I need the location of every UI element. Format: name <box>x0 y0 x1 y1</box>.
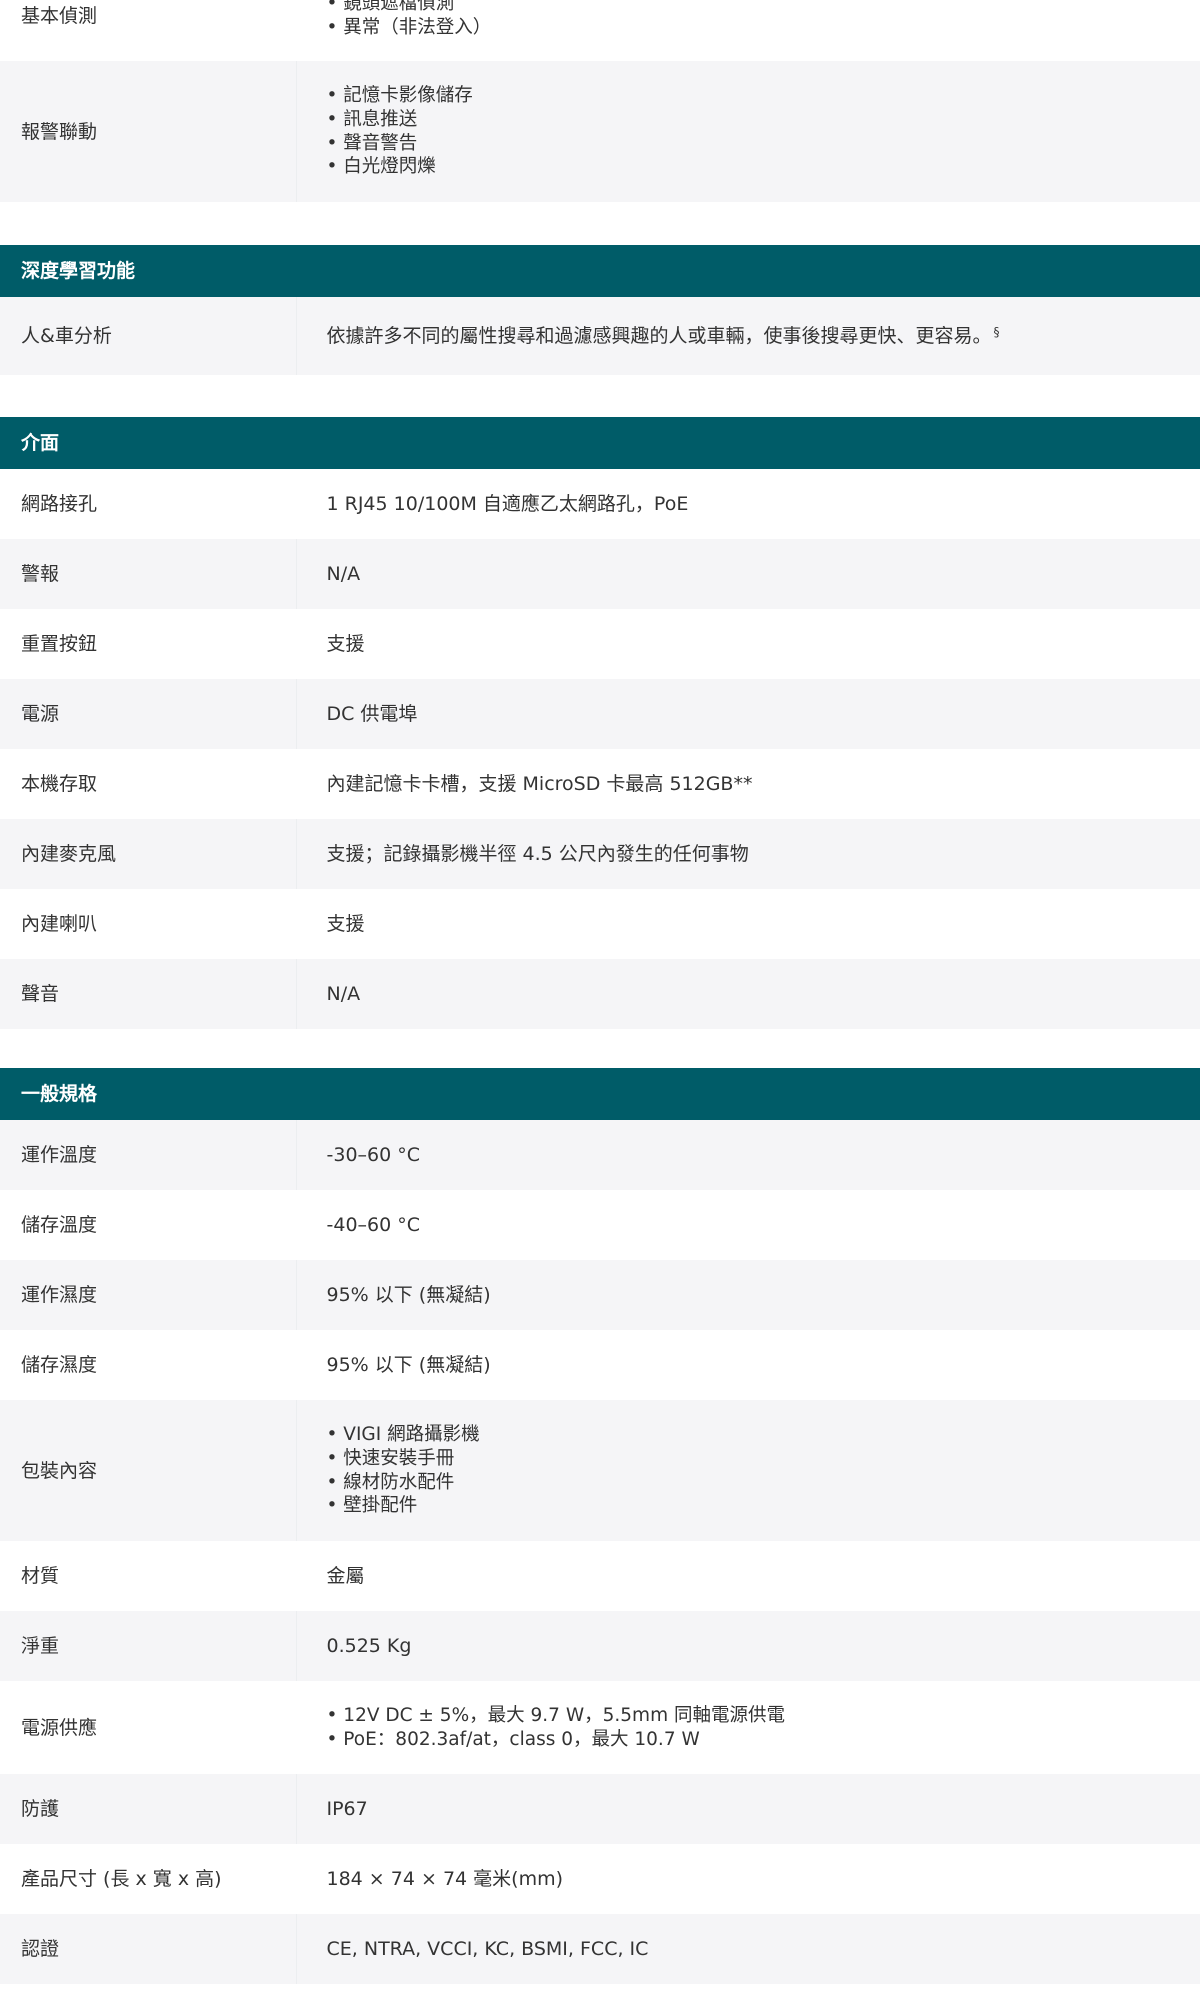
spec-key: 儲存溫度 <box>0 1190 297 1260</box>
spec-value: 12V DC ± 5%，最大 9.7 W，5.5mm 同軸電源供電 PoE：80… <box>296 1681 1200 1774</box>
spec-value: 依據許多不同的屬性搜尋和過濾感興趣的人或車輛，使事後搜尋更快、更容易。 § <box>296 297 1200 375</box>
spec-value: 184 × 74 × 74 毫米(mm) <box>296 1844 1200 1914</box>
spec-key: 運作濕度 <box>0 1260 297 1330</box>
general-table: 運作溫度 -30–60 °C 儲存溫度 -40–60 °C 運作濕度 95% 以… <box>0 1120 1200 1984</box>
spec-value: 金屬 <box>296 1541 1200 1611</box>
list-item: 聲音警告 <box>327 132 1200 156</box>
spec-key: 報警聯動 <box>0 61 297 202</box>
spec-value: 鏡頭遮檔偵測 異常（非法登入） <box>296 0 1200 61</box>
spec-value: CE, NTRA, VCCI, KC, BSMI, FCC, IC <box>296 1914 1200 1984</box>
spec-row: 重置按鈕 支援 <box>0 609 1200 679</box>
list-item: VIGI 網路攝影機 <box>327 1423 1200 1447</box>
spec-value: -40–60 °C <box>296 1190 1200 1260</box>
spec-value: N/A <box>296 539 1200 609</box>
list-item: 訊息推送 <box>327 108 1200 132</box>
list-item: 異常（非法登入） <box>327 16 1200 40</box>
spec-row: 基本偵測 鏡頭遮檔偵測 異常（非法登入） <box>0 0 1200 61</box>
section-header-general: 一般規格 <box>0 1068 1200 1120</box>
spec-row: 儲存溫度 -40–60 °C <box>0 1190 1200 1260</box>
list-item: 白光燈閃爍 <box>327 155 1200 179</box>
spec-row: 本機存取 內建記憶卡卡槽，支援 MicroSD 卡最高 512GB** <box>0 749 1200 819</box>
spec-key: 內建喇叭 <box>0 889 297 959</box>
list-item: 線材防水配件 <box>327 1471 1200 1495</box>
section-header-interface: 介面 <box>0 417 1200 469</box>
spec-page: 基本偵測 鏡頭遮檔偵測 異常（非法登入） 報警聯動 記憶卡影像儲存 訊息推送 聲… <box>0 0 1200 2014</box>
spec-value: N/A <box>296 959 1200 1029</box>
spec-value: IP67 <box>296 1774 1200 1844</box>
spec-value: VIGI 網路攝影機 快速安裝手冊 線材防水配件 壁掛配件 <box>296 1400 1200 1541</box>
spec-value: 95% 以下 (無凝結) <box>296 1330 1200 1400</box>
list-item: 快速安裝手冊 <box>327 1447 1200 1471</box>
spec-row: 內建麥克風 支援；記錄攝影機半徑 4.5 公尺內發生的任何事物 <box>0 819 1200 889</box>
spec-row: 淨重 0.525 Kg <box>0 1611 1200 1681</box>
section-header-deep-learning: 深度學習功能 <box>0 245 1200 297</box>
footnote-mark: § <box>993 325 1000 339</box>
spec-key: 包裝內容 <box>0 1400 297 1541</box>
spec-value: 95% 以下 (無凝結) <box>296 1260 1200 1330</box>
spec-value: 0.525 Kg <box>296 1611 1200 1681</box>
spec-value: -30–60 °C <box>296 1120 1200 1190</box>
spec-row: 網路接孔 1 RJ45 10/100M 自適應乙太網路孔，PoE <box>0 469 1200 539</box>
spec-row: 聲音 N/A <box>0 959 1200 1029</box>
spec-key: 人&車分析 <box>0 297 297 375</box>
spec-key: 材質 <box>0 1541 297 1611</box>
deep-learning-table: 人&車分析 依據許多不同的屬性搜尋和過濾感興趣的人或車輛，使事後搜尋更快、更容易… <box>0 297 1200 375</box>
bullet-list: 12V DC ± 5%，最大 9.7 W，5.5mm 同軸電源供電 PoE：80… <box>327 1704 1200 1751</box>
spec-value: 1 RJ45 10/100M 自適應乙太網路孔，PoE <box>296 469 1200 539</box>
spec-row: 報警聯動 記憶卡影像儲存 訊息推送 聲音警告 白光燈閃爍 <box>0 61 1200 202</box>
interface-table: 網路接孔 1 RJ45 10/100M 自適應乙太網路孔，PoE 警報 N/A … <box>0 469 1200 1029</box>
spec-value: 支援 <box>296 889 1200 959</box>
spec-row: 防護 IP67 <box>0 1774 1200 1844</box>
list-item: 記憶卡影像儲存 <box>327 84 1200 108</box>
spec-key: 警報 <box>0 539 297 609</box>
list-item: 12V DC ± 5%，最大 9.7 W，5.5mm 同軸電源供電 <box>327 1704 1200 1728</box>
spec-row: 警報 N/A <box>0 539 1200 609</box>
spec-row: 認證 CE, NTRA, VCCI, KC, BSMI, FCC, IC <box>0 1914 1200 1984</box>
bullet-list: VIGI 網路攝影機 快速安裝手冊 線材防水配件 壁掛配件 <box>327 1423 1200 1518</box>
spec-key: 網路接孔 <box>0 469 297 539</box>
spec-key: 本機存取 <box>0 749 297 819</box>
spec-row: 內建喇叭 支援 <box>0 889 1200 959</box>
spec-value-text: 依據許多不同的屬性搜尋和過濾感興趣的人或車輛，使事後搜尋更快、更容易。 <box>326 325 992 347</box>
spec-value: 支援；記錄攝影機半徑 4.5 公尺內發生的任何事物 <box>296 819 1200 889</box>
spec-row: 電源供應 12V DC ± 5%，最大 9.7 W，5.5mm 同軸電源供電 P… <box>0 1681 1200 1774</box>
spec-key: 聲音 <box>0 959 297 1029</box>
spec-key: 防護 <box>0 1774 297 1844</box>
spec-value: 記憶卡影像儲存 訊息推送 聲音警告 白光燈閃爍 <box>296 61 1200 202</box>
spec-key: 淨重 <box>0 1611 297 1681</box>
basic-detection-table: 基本偵測 鏡頭遮檔偵測 異常（非法登入） 報警聯動 記憶卡影像儲存 訊息推送 聲… <box>0 0 1200 202</box>
spec-row: 包裝內容 VIGI 網路攝影機 快速安裝手冊 線材防水配件 壁掛配件 <box>0 1400 1200 1541</box>
list-item: 鏡頭遮檔偵測 <box>327 0 1200 16</box>
spec-key: 認證 <box>0 1914 297 1984</box>
list-item: PoE：802.3af/at，class 0，最大 10.7 W <box>327 1728 1200 1752</box>
spec-row: 運作溫度 -30–60 °C <box>0 1120 1200 1190</box>
list-item: 壁掛配件 <box>327 1494 1200 1518</box>
spec-row: 產品尺寸 (長 x 寬 x 高) 184 × 74 × 74 毫米(mm) <box>0 1844 1200 1914</box>
spec-row: 運作濕度 95% 以下 (無凝結) <box>0 1260 1200 1330</box>
spec-value: 支援 <box>296 609 1200 679</box>
spec-key: 運作溫度 <box>0 1120 297 1190</box>
spec-key: 電源 <box>0 679 297 749</box>
spec-row: 材質 金屬 <box>0 1541 1200 1611</box>
spec-key: 產品尺寸 (長 x 寬 x 高) <box>0 1844 297 1914</box>
spec-row: 電源 DC 供電埠 <box>0 679 1200 749</box>
spec-row: 人&車分析 依據許多不同的屬性搜尋和過濾感興趣的人或車輛，使事後搜尋更快、更容易… <box>0 297 1200 375</box>
bullet-list: 鏡頭遮檔偵測 異常（非法登入） <box>327 0 1200 40</box>
spec-key: 重置按鈕 <box>0 609 297 679</box>
spec-row: 儲存濕度 95% 以下 (無凝結) <box>0 1330 1200 1400</box>
spec-key: 儲存濕度 <box>0 1330 297 1400</box>
bullet-list: 記憶卡影像儲存 訊息推送 聲音警告 白光燈閃爍 <box>327 84 1200 179</box>
spec-key: 基本偵測 <box>0 0 297 61</box>
spec-key: 內建麥克風 <box>0 819 297 889</box>
spec-value: 內建記憶卡卡槽，支援 MicroSD 卡最高 512GB** <box>296 749 1200 819</box>
spec-value: DC 供電埠 <box>296 679 1200 749</box>
spec-key: 電源供應 <box>0 1681 297 1774</box>
